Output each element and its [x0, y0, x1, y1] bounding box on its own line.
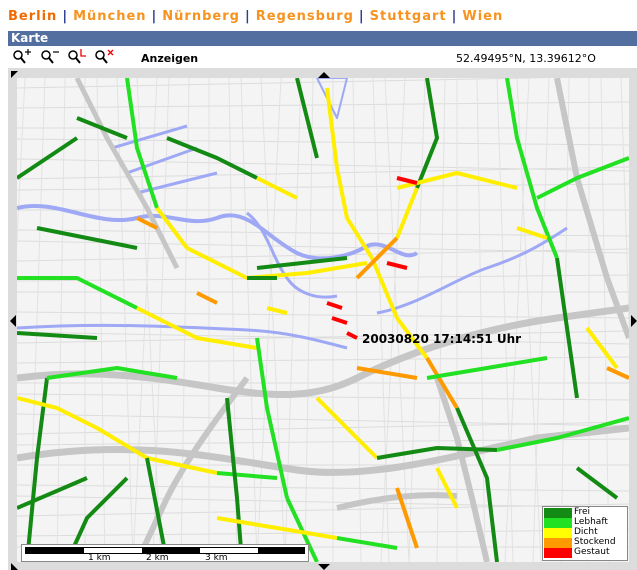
legend-swatch [544, 508, 572, 518]
traffic-segment [346, 331, 358, 340]
scale-segment [258, 548, 304, 553]
map-timestamp: 20030820 17:14:51 Uhr [362, 332, 522, 346]
pan-east-arrow[interactable] [631, 315, 637, 327]
traffic-segment [326, 301, 343, 310]
city-links: Berlin | München | Nürnberg | Regensburg | Stutt… [8, 9, 503, 24]
zoom-in-icon[interactable] [12, 49, 32, 65]
minor-street [260, 78, 286, 562]
minor-street [352, 78, 362, 562]
scale-label: 2 km [146, 553, 169, 562]
minor-street [17, 78, 553, 89]
minor-street [284, 78, 302, 562]
traffic-segment [266, 306, 288, 315]
traffic-segment [386, 261, 408, 270]
legend-swatch [544, 538, 572, 548]
traffic-segment [435, 467, 459, 509]
city-separator: | [151, 9, 158, 24]
zoom-cancel-icon[interactable] [94, 49, 114, 65]
traffic-segment [331, 316, 348, 325]
city-separator: | [451, 9, 458, 24]
city-link-3[interactable]: Regensburg [256, 9, 354, 24]
traffic-segment [216, 471, 278, 480]
zoom-out-icon[interactable] [40, 49, 60, 65]
traffic-segment [575, 466, 619, 500]
city-separator: | [62, 9, 69, 24]
minor-street [96, 78, 106, 562]
pan-northwest-arrow[interactable] [11, 71, 18, 78]
minor-street [256, 78, 282, 562]
minor-street [116, 78, 134, 562]
map-toolbar: Anzeigen 52.49495°N, 13.39612°O [8, 46, 637, 68]
traffic-segment [196, 291, 218, 305]
minor-street [17, 503, 629, 517]
scale-segment [26, 548, 84, 553]
traffic-segment [17, 476, 88, 510]
traffic-legend: Frei Lebhaft Dicht Stockend Gestaut [542, 506, 628, 561]
traffic-segment [555, 257, 579, 399]
city-link-2[interactable]: Nürnberg [162, 9, 240, 24]
city-link-0[interactable]: Berlin [8, 9, 57, 24]
minor-street [17, 183, 629, 191]
panel-title: Karte [11, 31, 49, 45]
scale-label: 3 km [205, 553, 228, 562]
scale-bar: 1 km 2 km 3 km [21, 544, 309, 562]
traffic-segment [395, 187, 419, 239]
traffic-map[interactable]: 20030820 17:14:51 Uhr Frei Lebhaft Dicht St… [17, 78, 629, 562]
canal [376, 226, 568, 315]
city-link-5[interactable]: Wien [462, 9, 503, 24]
minor-street [17, 78, 26, 250]
major-road [336, 492, 458, 511]
city-separator: | [244, 9, 251, 24]
canal [111, 124, 218, 195]
minor-street [240, 78, 258, 562]
panel-titlebar: Karte [8, 31, 637, 46]
minor-street [28, 78, 46, 562]
city-navigation: Berlin | München | Nürnberg | Regensburg | Stutt… [0, 0, 637, 30]
pan-southwest-arrow[interactable] [11, 563, 18, 570]
major-road [434, 377, 490, 562]
legend-label: Gestaut [574, 547, 610, 557]
pan-west-arrow[interactable] [10, 315, 16, 327]
major-road [17, 304, 629, 399]
pan-south-arrow[interactable] [318, 564, 330, 570]
traffic-segment [455, 407, 499, 562]
minor-street [17, 166, 629, 180]
city-link-1[interactable]: München [73, 9, 146, 24]
major-road [554, 78, 629, 340]
minor-street [304, 78, 314, 562]
traffic-segment [17, 276, 138, 310]
map-canvas [17, 78, 629, 562]
minor-street [17, 274, 629, 282]
show-button[interactable]: Anzeigen [141, 52, 198, 65]
minor-street [17, 101, 629, 109]
minor-street [17, 311, 629, 319]
legend-swatch [544, 518, 572, 528]
scale-label: 1 km [88, 553, 111, 562]
traffic-segment [606, 366, 629, 380]
minor-street [372, 78, 390, 562]
traffic-segment [17, 136, 79, 180]
traffic-segment [585, 326, 619, 370]
coordinate-readout: 52.49495°N, 13.39612°O [456, 52, 596, 65]
city-separator: | [358, 9, 365, 24]
traffic-segment [216, 516, 338, 540]
traffic-segment [426, 356, 548, 380]
minor-street [380, 78, 406, 562]
zoom-reset-icon[interactable] [67, 49, 87, 65]
legend-swatch [544, 528, 572, 538]
legend-row: Gestaut [544, 547, 626, 558]
minor-street [17, 393, 629, 401]
legend-swatch [544, 548, 572, 558]
city-link-4[interactable]: Stuttgart [370, 9, 447, 24]
